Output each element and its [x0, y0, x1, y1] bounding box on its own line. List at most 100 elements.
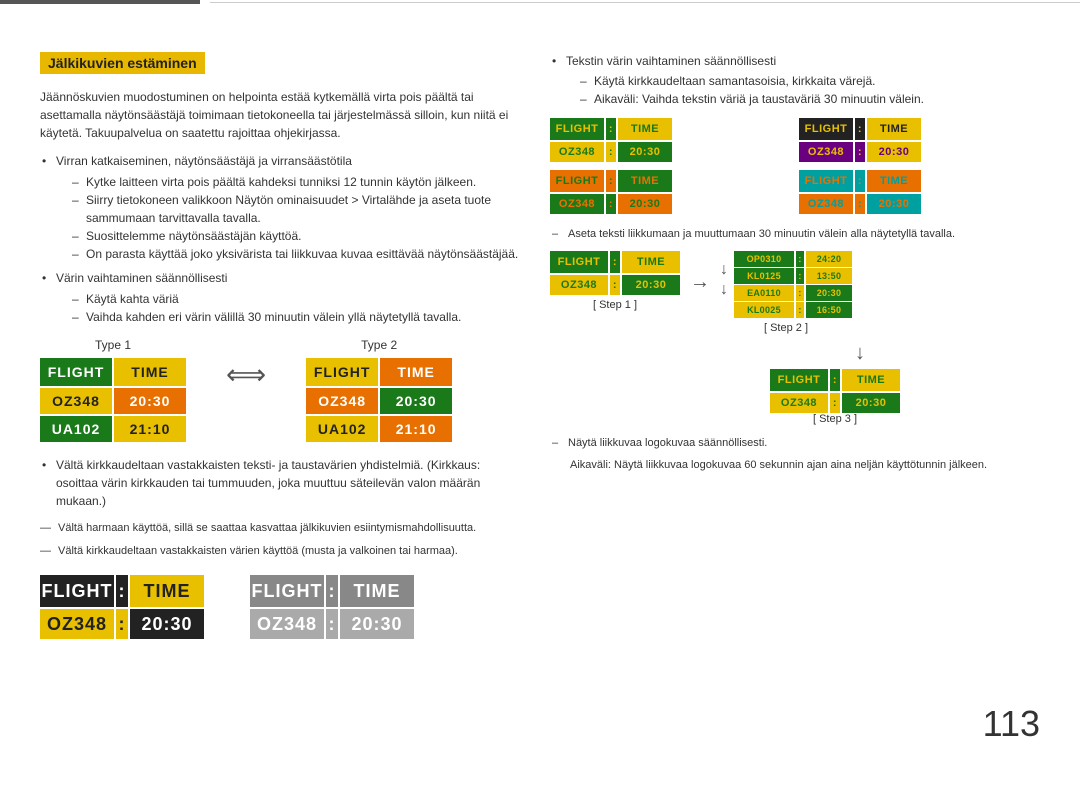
- gr-2030: 20:30: [340, 609, 414, 639]
- bullet-item-2: Värin vaihtaminen säännöllisesti Käytä k…: [40, 269, 520, 326]
- bottom-bullet-list: Vältä kirkkaudeltaan vastakkaisten tekst…: [40, 456, 520, 510]
- page-number: 113: [983, 703, 1040, 745]
- step1-label: [ Step 1 ]: [593, 299, 637, 311]
- sub-item-1-3: Suosittelemme näytönsäästäjän käyttöä.: [72, 227, 520, 245]
- top-rules: [0, 0, 1080, 4]
- cp3-2030: 20:30: [618, 194, 672, 214]
- step1-time: TIME: [622, 251, 680, 273]
- black-yellow-panel: FLIGHT : TIME OZ348 : 20:30: [40, 575, 230, 639]
- s2r1-right: 24:20: [806, 251, 852, 267]
- type1-block: Type 1 FLIGHT TIME OZ348 20:30 UA102 21:: [40, 338, 186, 444]
- type2-panel: FLIGHT TIME OZ348 20:30 UA102 21:10: [306, 358, 452, 444]
- step3-time: TIME: [842, 369, 900, 391]
- step2-block: ↓ ↓ OP0310 : 24:20 KL0125: [720, 251, 852, 334]
- bk-oz348: OZ348: [40, 609, 114, 639]
- step2-row-1: OP0310 : 24:20: [734, 251, 852, 267]
- cp4-data: OZ348 : 20:30: [799, 194, 1040, 214]
- step1-to-2-arrow: →: [690, 271, 710, 294]
- right-column: Tekstin värin vaihtaminen säännöllisesti…: [550, 52, 1040, 765]
- gray-data: OZ348 : 20:30: [250, 609, 440, 639]
- type1-2110: 21:10: [114, 416, 186, 442]
- type2-ua102: UA102: [306, 416, 378, 442]
- cp3-colon2: :: [606, 194, 616, 214]
- bullet-item-1: Virran katkaiseminen, näytönsäästäjä ja …: [40, 152, 520, 263]
- color-panel-3: FLIGHT : TIME OZ348 : 20:30: [550, 170, 791, 214]
- gr-colon2: :: [326, 609, 338, 639]
- cp2-data: OZ348 : 20:30: [799, 142, 1040, 162]
- s2r1-left: OP0310: [734, 251, 794, 267]
- s2r2-right: 13:50: [806, 268, 852, 284]
- type1-label: Type 1: [95, 338, 131, 352]
- double-arrow-icon: ⟺: [226, 358, 266, 391]
- type2-2030: 20:30: [380, 388, 452, 414]
- step3-colon2: :: [830, 393, 840, 413]
- type1-panel: FLIGHT TIME OZ348 20:30 UA102 21:10: [40, 358, 186, 444]
- logo-note-2: Aikaväli: Näytä liikkuvaa logokuvaa 60 s…: [550, 457, 1040, 474]
- gr-colon: :: [326, 575, 338, 607]
- right-sub-list: Käytä kirkkaudeltaan samantasoisia, kirk…: [566, 72, 1040, 108]
- step3-label: [ Step 3 ]: [813, 413, 857, 425]
- color-grid: FLIGHT : TIME OZ348 : 20:30 FLIGHT :: [550, 118, 1040, 214]
- step-sequence: FLIGHT : TIME OZ348 : 20:30 [ Step 1 ] →: [550, 251, 1040, 334]
- cp1-oz348: OZ348: [550, 142, 604, 162]
- type1-data-row-1: OZ348 20:30: [40, 388, 186, 414]
- dash-note-1: Vältä harmaan käyttöä, sillä se saattaa …: [40, 520, 520, 537]
- cp3-oz348: OZ348: [550, 194, 604, 214]
- black-yellow-data: OZ348 : 20:30: [40, 609, 230, 639]
- type1-data-row-2: UA102 21:10: [40, 416, 186, 442]
- color-panel-2: FLIGHT : TIME OZ348 : 20:30: [799, 118, 1040, 162]
- type1-time-label: TIME: [114, 358, 186, 386]
- s2r1-colon: :: [796, 251, 804, 267]
- cp4-header: FLIGHT : TIME: [799, 170, 1040, 192]
- logo-notes: Näytä liikkuvaa logokuvaa säännöllisesti…: [550, 435, 1040, 474]
- logo-note-1: Näytä liikkuvaa logokuvaa säännöllisesti…: [550, 435, 1040, 452]
- bk-colon: :: [116, 575, 128, 607]
- cp1-colon: :: [606, 118, 616, 140]
- cp2-header: FLIGHT : TIME: [799, 118, 1040, 140]
- cp3-flight: FLIGHT: [550, 170, 604, 192]
- intro-text: Jäännöskuvien muodostuminen on helpointa…: [40, 88, 520, 142]
- step1-block: FLIGHT : TIME OZ348 : 20:30 [ Step 1 ]: [550, 251, 680, 311]
- cp2-colon: :: [855, 118, 865, 140]
- arrow-down-1: ↓: [720, 261, 728, 279]
- gr-oz348: OZ348: [250, 609, 324, 639]
- step3-flight: FLIGHT: [770, 369, 828, 391]
- type2-time-label: TIME: [380, 358, 452, 386]
- step2-panel: OP0310 : 24:20 KL0125 : 13:50 EA0110: [734, 251, 852, 318]
- step2-to-3-arrow-container: ↓: [680, 342, 1040, 365]
- cp1-colon2: :: [606, 142, 616, 162]
- type1-header-row: FLIGHT TIME: [40, 358, 186, 386]
- cp4-time: TIME: [867, 170, 921, 192]
- double-arrow-container: ⟺: [226, 358, 266, 391]
- black-yellow-header: FLIGHT : TIME: [40, 575, 230, 607]
- gray-header: FLIGHT : TIME: [250, 575, 440, 607]
- cp2-2030: 20:30: [867, 142, 921, 162]
- s2r4-left: KL0025: [734, 302, 794, 318]
- type1-oz348: OZ348: [40, 388, 112, 414]
- type2-oz348: OZ348: [306, 388, 378, 414]
- sub-item-1-2: Siirry tietokoneen valikkoon Näytön omin…: [72, 191, 520, 227]
- type1-2030: 20:30: [114, 388, 186, 414]
- step1-colon: :: [610, 251, 620, 273]
- s2r3-right: 20:30: [806, 285, 852, 301]
- color-panel-1: FLIGHT : TIME OZ348 : 20:30: [550, 118, 791, 162]
- type2-data-row-1: OZ348 20:30: [306, 388, 452, 414]
- step3-2030: 20:30: [842, 393, 900, 413]
- cp2-flight: FLIGHT: [799, 118, 853, 140]
- cp1-data: OZ348 : 20:30: [550, 142, 791, 162]
- gray-panel: FLIGHT : TIME OZ348 : 20:30: [250, 575, 440, 639]
- right-bullet-1: Tekstin värin vaihtaminen säännöllisesti…: [550, 52, 1040, 108]
- step2-label: [ Step 2 ]: [764, 322, 808, 334]
- rule-light: [210, 2, 1080, 3]
- s2r4-colon: :: [796, 302, 804, 318]
- bk-flight: FLIGHT: [40, 575, 114, 607]
- step1-data: OZ348 : 20:30: [550, 275, 680, 295]
- cp1-time: TIME: [618, 118, 672, 140]
- cp2-oz348: OZ348: [799, 142, 853, 162]
- step-note: Aseta teksti liikkumaan ja muuttumaan 30…: [550, 226, 1040, 243]
- cp4-2030: 20:30: [867, 194, 921, 214]
- color-panel-4: FLIGHT : TIME OZ348 : 20:30: [799, 170, 1040, 214]
- bk-colon2: :: [116, 609, 128, 639]
- right-bullet-list: Tekstin värin vaihtaminen säännöllisesti…: [550, 52, 1040, 108]
- type-comparison: Type 1 FLIGHT TIME OZ348 20:30 UA102 21:: [40, 338, 520, 444]
